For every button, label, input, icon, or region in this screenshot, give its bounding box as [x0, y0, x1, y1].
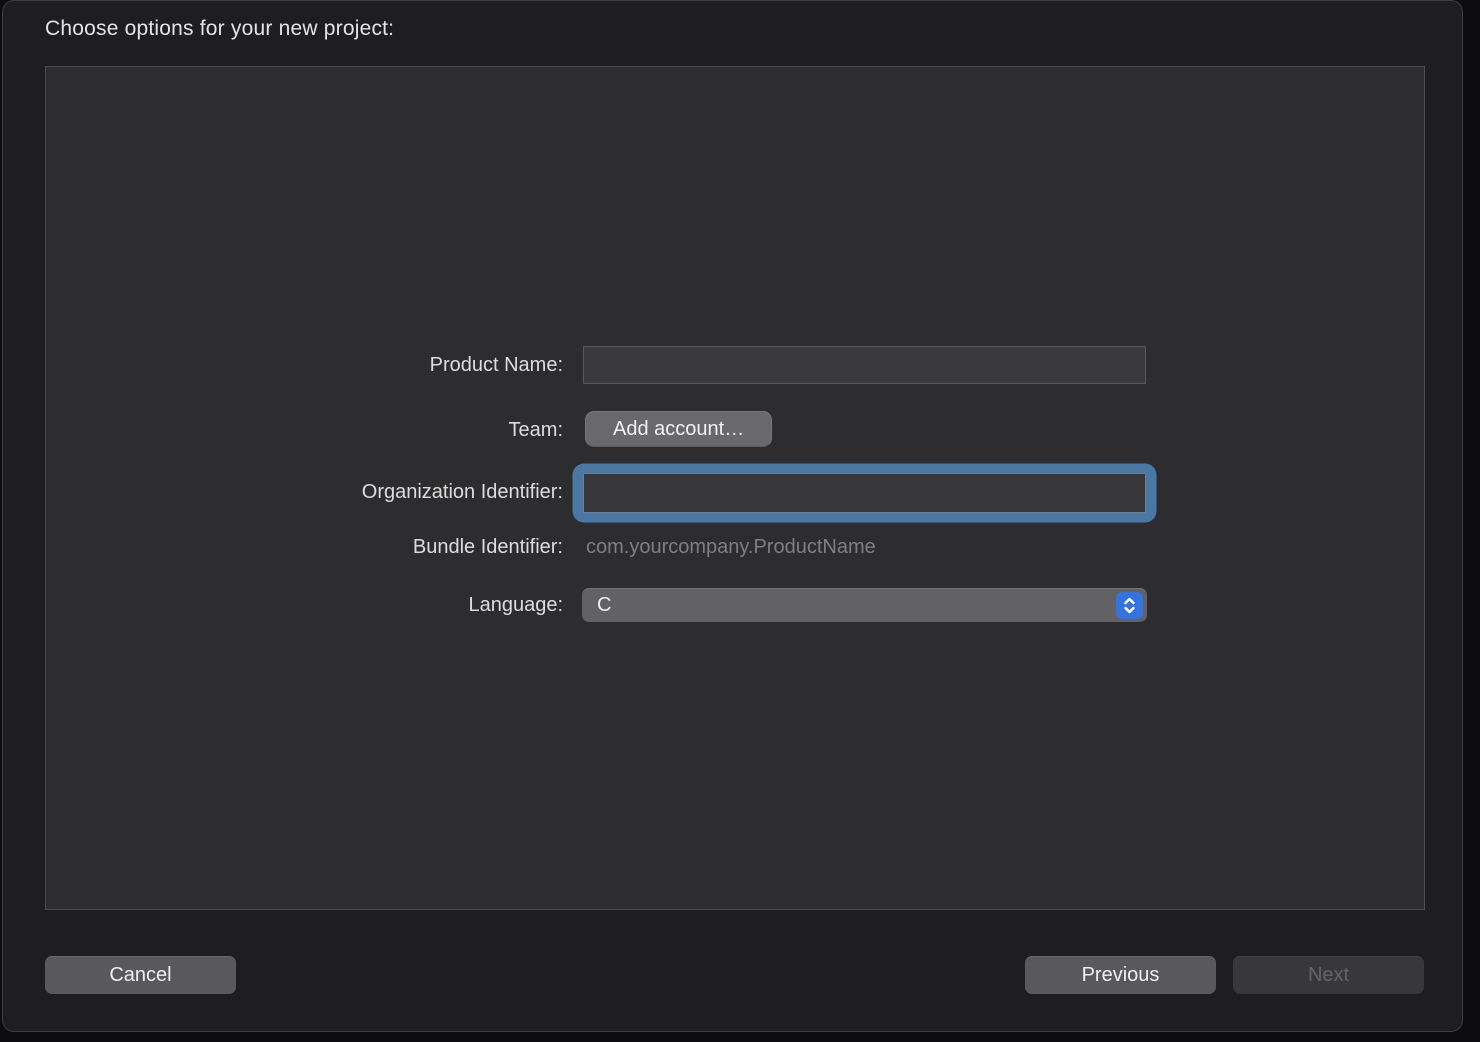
options-panel: Product Name: Team: Add account… Organiz…: [45, 66, 1425, 910]
organization-identifier-label: Organization Identifier:: [46, 481, 563, 504]
organization-identifier-input[interactable]: [583, 473, 1146, 513]
popup-chevrons-icon: [1116, 592, 1143, 619]
language-selected-value: C: [582, 594, 1116, 617]
cancel-button[interactable]: Cancel: [45, 956, 236, 994]
product-name-label: Product Name:: [46, 354, 563, 377]
language-popup[interactable]: C: [582, 588, 1147, 622]
previous-button[interactable]: Previous: [1025, 956, 1216, 994]
team-label: Team:: [46, 419, 563, 442]
bundle-identifier-value: com.yourcompany.ProductName: [586, 536, 876, 559]
product-name-input[interactable]: [583, 346, 1146, 384]
focus-ring: [577, 468, 1152, 518]
next-button[interactable]: Next: [1233, 956, 1424, 994]
language-label: Language:: [46, 594, 563, 617]
add-account-button[interactable]: Add account…: [585, 411, 772, 447]
new-project-options-sheet: Choose options for your new project: Pro…: [2, 0, 1463, 1032]
sheet-title: Choose options for your new project:: [45, 17, 394, 41]
bundle-identifier-label: Bundle Identifier:: [46, 536, 563, 559]
